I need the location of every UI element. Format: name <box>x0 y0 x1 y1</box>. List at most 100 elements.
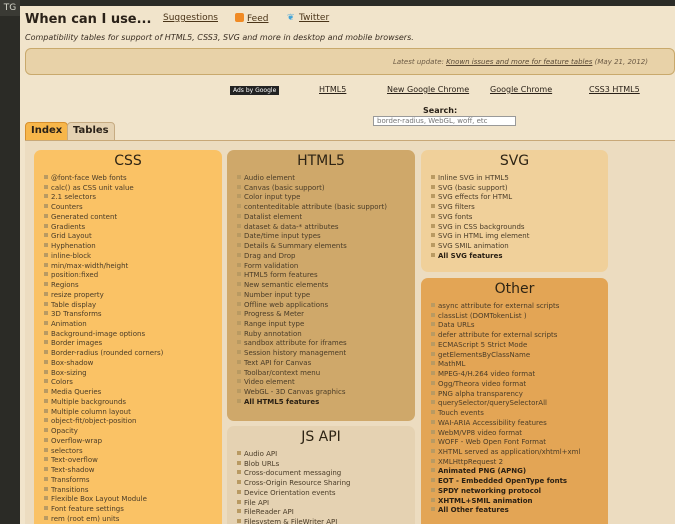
feature-link[interactable]: Background-image options <box>44 330 222 340</box>
feature-link[interactable]: Audio API <box>237 450 415 460</box>
feature-link[interactable]: WAI-ARIA Accessibility features <box>431 419 608 429</box>
feature-all-link[interactable]: Animated PNG (APNG) <box>431 467 608 477</box>
search-input[interactable] <box>373 116 516 126</box>
feature-link[interactable]: Ruby annotation <box>237 330 415 340</box>
feature-link[interactable]: Text-shadow <box>44 466 222 476</box>
feature-link[interactable]: 3D Transforms <box>44 310 222 320</box>
feature-link[interactable]: WebM/VP8 video format <box>431 429 608 439</box>
feature-link[interactable]: New semantic elements <box>237 281 415 291</box>
feature-all-link[interactable]: SPDY networking protocol <box>431 487 608 497</box>
feature-link[interactable]: SVG effects for HTML <box>431 193 608 203</box>
feature-link[interactable]: classList (DOMTokenList ) <box>431 312 608 322</box>
ads-by-google-badge[interactable]: Ads by Google <box>230 86 280 95</box>
feature-link[interactable]: contenteditable attribute (basic support… <box>237 203 415 213</box>
feature-link[interactable]: Text-overflow <box>44 456 222 466</box>
feature-link[interactable]: 2.1 selectors <box>44 193 222 203</box>
feature-link[interactable]: Cross-Origin Resource Sharing <box>237 479 415 489</box>
feature-link[interactable]: WOFF - Web Open Font Format <box>431 438 608 448</box>
feature-link[interactable]: min/max-width/height <box>44 262 222 272</box>
feature-link[interactable]: Canvas (basic support) <box>237 184 415 194</box>
feature-link[interactable]: rem (root em) units <box>44 515 222 524</box>
feature-link[interactable]: Colors <box>44 378 222 388</box>
ad-link-html5[interactable]: HTML5 <box>319 85 346 94</box>
feature-link[interactable]: FileReader API <box>237 508 415 518</box>
feature-link[interactable]: MPEG-4/H.264 video format <box>431 370 608 380</box>
feature-link[interactable]: SVG (basic support) <box>431 184 608 194</box>
feature-link[interactable]: Media Queries <box>44 388 222 398</box>
feature-link[interactable]: Multiple backgrounds <box>44 398 222 408</box>
feature-link[interactable]: calc() as CSS unit value <box>44 184 222 194</box>
feature-link[interactable]: SVG filters <box>431 203 608 213</box>
feature-link[interactable]: Transforms <box>44 476 222 486</box>
feature-link[interactable]: Flexible Box Layout Module <box>44 495 222 505</box>
feature-all-link[interactable]: All Other features <box>431 506 608 516</box>
twitter-link[interactable]: ❦ Twitter <box>287 13 329 23</box>
feature-link[interactable]: getElementsByClassName <box>431 351 608 361</box>
feature-link[interactable]: WebGL - 3D Canvas graphics <box>237 388 415 398</box>
feature-link[interactable]: Ogg/Theora video format <box>431 380 608 390</box>
feature-link[interactable]: Opacity <box>44 427 222 437</box>
feature-link[interactable]: SVG SMIL animation <box>431 242 608 252</box>
feature-link[interactable]: SVG in HTML img element <box>431 232 608 242</box>
tab-index[interactable]: Index <box>25 122 69 141</box>
known-issues-link[interactable]: Known issues and more for feature tables <box>446 58 592 66</box>
feature-link[interactable]: Date/time input types <box>237 232 415 242</box>
feature-link[interactable]: ECMAScript 5 Strict Mode <box>431 341 608 351</box>
feature-all-link[interactable]: EOT - Embedded OpenType fonts <box>431 477 608 487</box>
feed-link[interactable]: Feed <box>235 13 268 24</box>
feature-link[interactable]: Grid Layout <box>44 232 222 242</box>
feature-link[interactable]: querySelector/querySelectorAll <box>431 399 608 409</box>
feature-link[interactable]: object-fit/object-position <box>44 417 222 427</box>
feature-link[interactable]: position:fixed <box>44 271 222 281</box>
feature-link[interactable]: Video element <box>237 378 415 388</box>
feature-link[interactable]: Device Orientation events <box>237 489 415 499</box>
feature-link[interactable]: HTML5 form features <box>237 271 415 281</box>
feature-link[interactable]: Overflow-wrap <box>44 437 222 447</box>
feature-link[interactable]: MathML <box>431 360 608 370</box>
feature-link[interactable]: Gradients <box>44 223 222 233</box>
feature-link[interactable]: Multiple column layout <box>44 408 222 418</box>
feature-link[interactable]: SVG in CSS backgrounds <box>431 223 608 233</box>
feature-link[interactable]: Form validation <box>237 262 415 272</box>
feature-link[interactable]: Hyphenation <box>44 242 222 252</box>
feature-link[interactable]: Box-shadow <box>44 359 222 369</box>
feature-link[interactable]: Data URLs <box>431 321 608 331</box>
feature-link[interactable]: SVG fonts <box>431 213 608 223</box>
feature-all-link[interactable]: All SVG features <box>431 252 608 262</box>
feature-link[interactable]: Generated content <box>44 213 222 223</box>
feature-link[interactable]: Audio element <box>237 174 415 184</box>
feature-link[interactable]: Progress & Meter <box>237 310 415 320</box>
feature-link[interactable]: PNG alpha transparency <box>431 390 608 400</box>
feature-link[interactable]: Color input type <box>237 193 415 203</box>
feature-all-link[interactable]: All HTML5 features <box>237 398 415 408</box>
ad-link-css3-html5[interactable]: CSS3 HTML5 <box>589 85 640 94</box>
tab-tables[interactable]: Tables <box>67 122 115 141</box>
suggestions-link[interactable]: Suggestions <box>163 13 218 23</box>
feature-link[interactable]: Regions <box>44 281 222 291</box>
feature-link[interactable]: Offline web applications <box>237 301 415 311</box>
feature-link[interactable]: Cross-document messaging <box>237 469 415 479</box>
feature-link[interactable]: Range input type <box>237 320 415 330</box>
feature-link[interactable]: Counters <box>44 203 222 213</box>
ad-link-google-chrome[interactable]: Google Chrome <box>490 85 552 94</box>
feature-link[interactable]: Table display <box>44 301 222 311</box>
feature-link[interactable]: @font-face Web fonts <box>44 174 222 184</box>
feature-link[interactable]: Transitions <box>44 486 222 496</box>
feature-link[interactable]: Box-sizing <box>44 369 222 379</box>
feature-link[interactable]: Font feature settings <box>44 505 222 515</box>
feature-link[interactable]: sandbox attribute for iframes <box>237 339 415 349</box>
feature-link[interactable]: Details & Summary elements <box>237 242 415 252</box>
feature-link[interactable]: defer attribute for external scripts <box>431 331 608 341</box>
feature-link[interactable]: dataset & data-* attributes <box>237 223 415 233</box>
feature-link[interactable]: XMLHttpRequest 2 <box>431 458 608 468</box>
feature-link[interactable]: Number input type <box>237 291 415 301</box>
feature-link[interactable]: Datalist element <box>237 213 415 223</box>
feature-link[interactable]: selectors <box>44 447 222 457</box>
feature-link[interactable]: Toolbar/context menu <box>237 369 415 379</box>
feature-link[interactable]: Border-radius (rounded corners) <box>44 349 222 359</box>
feature-link[interactable]: Animation <box>44 320 222 330</box>
feature-link[interactable]: Drag and Drop <box>237 252 415 262</box>
feature-link[interactable]: Text API for Canvas <box>237 359 415 369</box>
feature-link[interactable]: Touch events <box>431 409 608 419</box>
feature-all-link[interactable]: XHTML+SMIL animation <box>431 497 608 507</box>
